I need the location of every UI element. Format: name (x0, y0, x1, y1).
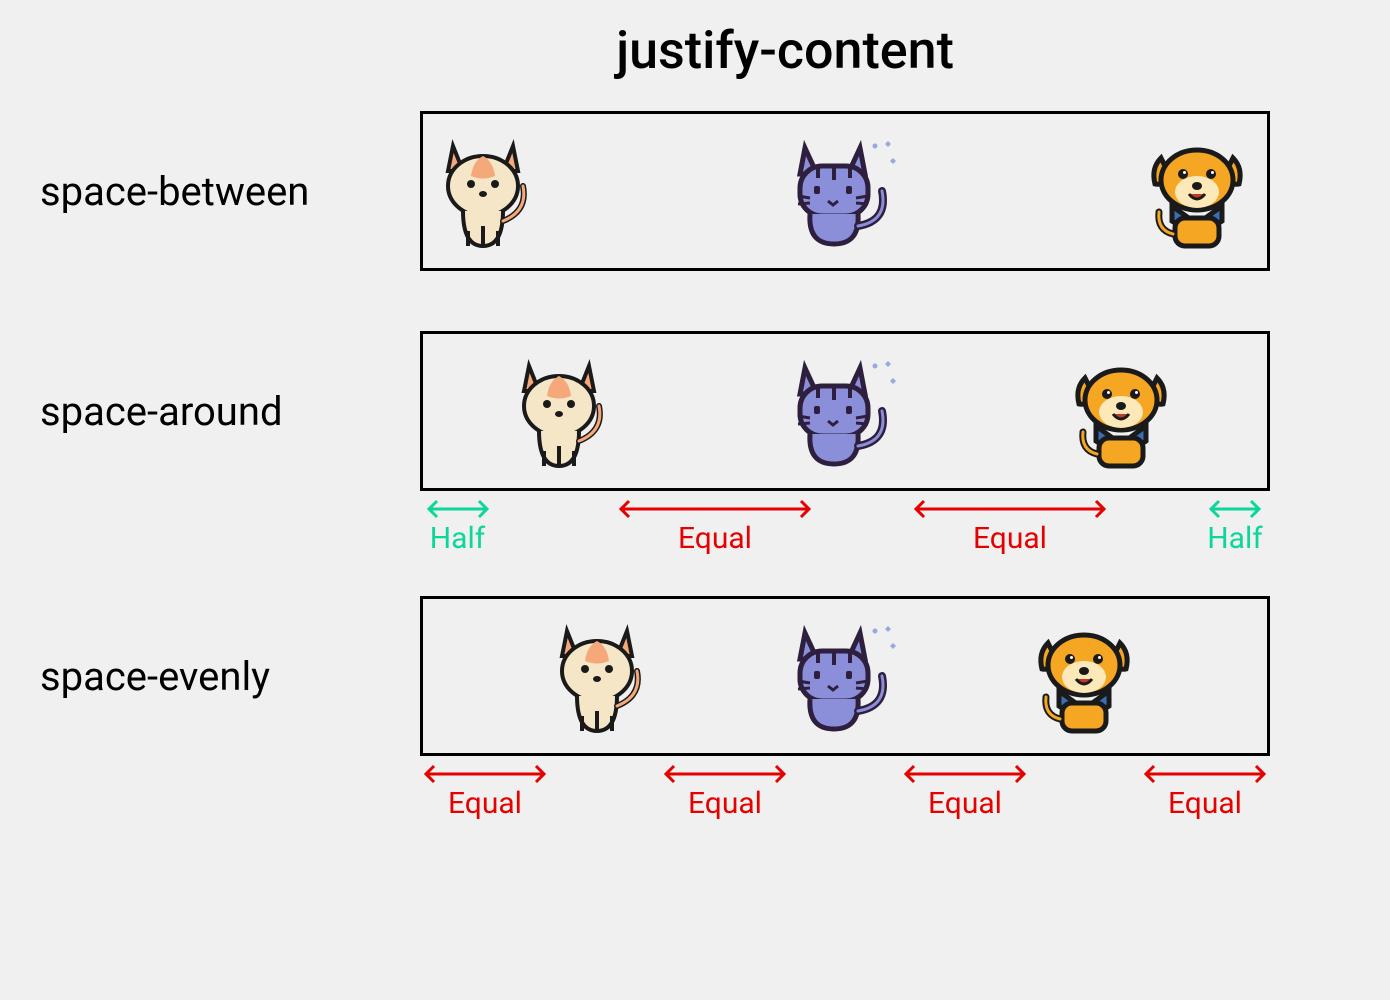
around-annotations: Half Equal Equal Half (420, 497, 1270, 556)
example-row-between: space-between (40, 111, 1350, 271)
dog-orange-icon (1061, 346, 1191, 476)
page-title: justify-content (220, 20, 1350, 81)
dog-orange-icon (1137, 126, 1267, 256)
evenly-annotations: Equal Equal Equal Equal (420, 762, 1270, 821)
equal-arrow: Equal (420, 762, 550, 821)
cat-purple-icon (780, 611, 910, 741)
equal-arrow: Equal (910, 497, 1110, 556)
flex-container-between (420, 111, 1270, 271)
dog-orange-icon (1024, 611, 1154, 741)
row-label: space-between (40, 168, 420, 215)
row-label: space-around (40, 388, 420, 435)
cat-cream-icon (537, 611, 667, 741)
example-row-evenly: space-evenly (40, 596, 1350, 756)
cat-cream-icon (499, 346, 629, 476)
equal-arrow: Equal (900, 762, 1030, 821)
example-row-around: space-around (40, 331, 1350, 491)
row-label: space-evenly (40, 653, 420, 700)
equal-arrow: Equal (660, 762, 790, 821)
flex-container-evenly (420, 596, 1270, 756)
equal-arrow: Equal (615, 497, 815, 556)
half-arrow-right: Half (1200, 497, 1270, 556)
cat-cream-icon (423, 126, 553, 256)
cat-purple-icon (780, 126, 910, 256)
half-arrow-left: Half (420, 497, 495, 556)
equal-arrow: Equal (1140, 762, 1270, 821)
cat-purple-icon (780, 346, 910, 476)
flex-container-around (420, 331, 1270, 491)
